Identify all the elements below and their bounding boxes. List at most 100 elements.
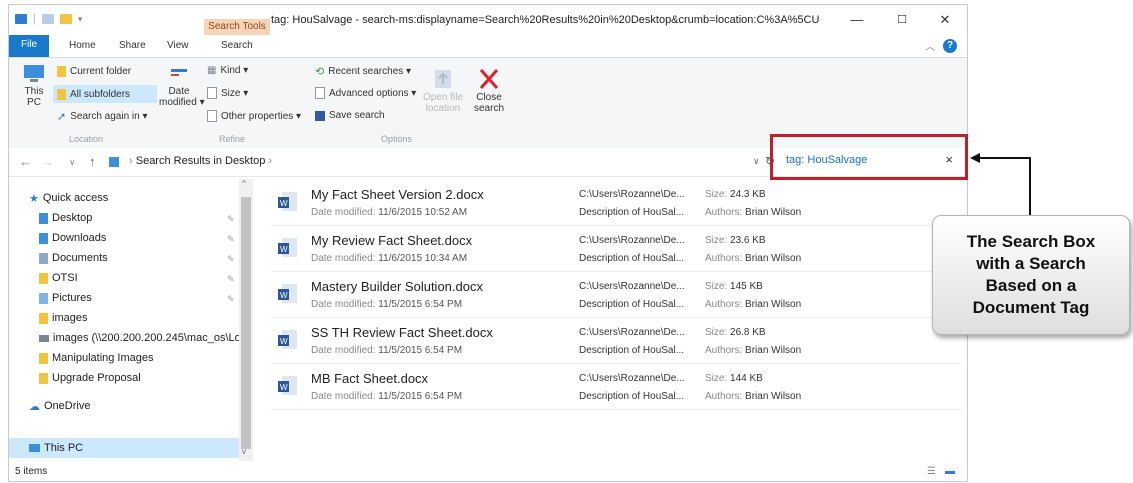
nav-item-network-images[interactable]: images (\\200.200.200.245\mac_os\Log <box>39 329 245 347</box>
other-properties-button[interactable]: Other properties ▾ <box>207 110 301 122</box>
nav-item-downloads[interactable]: Downloads <box>39 229 106 247</box>
result-row[interactable]: W MB Fact Sheet.docx Date modified: 11/5… <box>271 367 961 410</box>
collapse-ribbon-icon[interactable]: ︿ <box>925 38 935 53</box>
kind-button[interactable]: ▦ Kind ▾ <box>207 65 248 76</box>
recent-locations-chevron-icon[interactable]: ∨ <box>69 157 76 168</box>
scroll-up-icon[interactable]: ^ <box>242 179 246 188</box>
tab-home[interactable]: Home <box>69 40 96 51</box>
tab-search[interactable]: Search <box>221 40 253 51</box>
help-icon[interactable]: ? <box>943 38 957 53</box>
date-label: Date modified: <box>311 253 376 264</box>
search-again-in-label: Search again in ▾ <box>70 111 148 122</box>
nav-quick-access[interactable]: ★ Quick access <box>29 189 108 207</box>
result-name[interactable]: Mastery Builder Solution.docx <box>311 279 483 294</box>
up-arrow-icon[interactable]: ↑ <box>89 154 96 169</box>
result-row[interactable]: W My Review Fact Sheet.docx Date modifie… <box>271 229 961 272</box>
current-folder-button[interactable]: Current folder <box>57 66 131 77</box>
properties-icon[interactable] <box>41 14 54 24</box>
result-path: C:\Users\Rozanne\De... <box>579 327 685 338</box>
size-button[interactable]: Size ▾ <box>207 87 248 99</box>
pin-icon[interactable]: ✎ <box>227 234 235 245</box>
nav-onedrive[interactable]: ☁ OneDrive <box>29 397 90 415</box>
pin-icon[interactable]: ✎ <box>227 294 235 305</box>
network-drive-icon <box>39 334 49 342</box>
authors-label: Authors: <box>705 391 743 402</box>
open-file-location-button[interactable]: Open file location <box>421 66 465 114</box>
size-value: 144 KB <box>730 373 763 384</box>
date-modified-button[interactable]: Date modified ▾ <box>159 64 205 108</box>
svg-text:W: W <box>280 383 288 392</box>
pin-icon[interactable]: ✎ <box>227 214 235 225</box>
all-subfolders-button[interactable]: All subfolders <box>53 85 157 103</box>
nav-item-images[interactable]: images <box>39 309 87 327</box>
tab-file[interactable]: File <box>9 35 49 57</box>
nav-scrollbar-thumb[interactable] <box>241 197 251 449</box>
scroll-down-icon[interactable]: v <box>242 447 246 456</box>
this-pc-button[interactable]: This PC <box>19 62 49 108</box>
svg-text:W: W <box>280 245 288 254</box>
authors-value: Brian Wilson <box>745 345 802 356</box>
nav-item-documents[interactable]: Documents <box>39 249 108 267</box>
result-path: C:\Users\Rozanne\De... <box>579 373 685 384</box>
result-size: Size: 24.3 KB <box>705 189 766 200</box>
result-description: Description of HouSal... <box>579 391 685 402</box>
result-row[interactable]: W My Fact Sheet Version 2.docx Date modi… <box>271 183 961 226</box>
breadcrumb[interactable]: › Search Results in Desktop › <box>129 155 272 167</box>
result-name[interactable]: SS TH Review Fact Sheet.docx <box>311 325 493 340</box>
computer-icon <box>24 65 44 82</box>
result-name[interactable]: MB Fact Sheet.docx <box>311 371 428 386</box>
callout-line: The Search Box <box>966 232 1096 251</box>
result-row[interactable]: W SS TH Review Fact Sheet.docx Date modi… <box>271 321 961 364</box>
date-value: 11/6/2015 10:34 AM <box>378 253 468 264</box>
result-description: Description of HouSal... <box>579 253 685 264</box>
nav-item-desktop[interactable]: Desktop <box>39 209 92 227</box>
maximize-button[interactable]: ☐ <box>884 9 920 31</box>
details-view-icon[interactable]: ☰ <box>927 466 936 477</box>
downloads-icon <box>39 232 48 244</box>
address-dropdown-icon[interactable]: ∨ <box>753 156 760 167</box>
tab-view[interactable]: View <box>167 40 189 51</box>
nav-item-label: Documents <box>52 252 108 264</box>
recent-searches-button[interactable]: ⟲ Recent searches ▾ <box>315 65 411 78</box>
tab-share[interactable]: Share <box>119 40 146 51</box>
back-arrow-icon[interactable]: ← <box>19 154 32 169</box>
forward-arrow-icon[interactable]: → <box>41 154 54 169</box>
nav-scrollbar[interactable]: ^ v <box>239 179 253 461</box>
pin-icon[interactable]: ✎ <box>227 274 235 285</box>
nav-item-label: Upgrade Proposal <box>52 372 141 384</box>
date-label: Date modified: <box>311 299 376 310</box>
refine-group-label: Refine <box>219 134 246 144</box>
result-name[interactable]: My Fact Sheet Version 2.docx <box>311 187 484 202</box>
new-folder-icon[interactable] <box>59 14 72 24</box>
search-again-in-button[interactable]: ➚ Search again in ▾ <box>57 110 148 123</box>
nav-item-upgrade-proposal[interactable]: Upgrade Proposal <box>39 369 141 387</box>
close-button[interactable]: ✕ <box>927 9 963 31</box>
nav-this-pc-row[interactable]: This PC <box>9 438 239 458</box>
callout-text: The Search Box with a Search Based on a … <box>967 231 1096 319</box>
nav-item-label: Desktop <box>52 212 93 224</box>
qat-dropdown-icon[interactable]: ▾ <box>78 14 83 25</box>
authors-value: Brian Wilson <box>745 391 802 402</box>
result-authors: Authors: Brian Wilson <box>705 299 801 310</box>
advanced-options-button[interactable]: Advanced options ▾ <box>315 87 416 99</box>
result-name[interactable]: My Review Fact Sheet.docx <box>311 233 472 248</box>
size-value: 26.8 KB <box>730 327 766 338</box>
nav-this-pc[interactable]: This PC <box>29 439 83 457</box>
date-value: 11/6/2015 10:52 AM <box>378 207 468 218</box>
save-search-button[interactable]: Save search <box>315 110 385 121</box>
nav-item-manipulating-images[interactable]: Manipulating Images <box>39 349 154 367</box>
close-search-button[interactable]: Close search <box>469 66 509 114</box>
nav-item-otsi[interactable]: OTSI <box>39 269 78 287</box>
nav-item-pictures[interactable]: Pictures <box>39 289 92 307</box>
properties-doc-icon <box>207 110 217 122</box>
result-row[interactable]: W Mastery Builder Solution.docx Date mod… <box>271 275 961 318</box>
pin-icon[interactable]: ✎ <box>227 254 235 265</box>
size-label: Size: <box>705 373 728 384</box>
desktop-icon <box>39 212 48 224</box>
tiles-view-icon[interactable]: ▬ <box>945 466 955 477</box>
nav-item-label: images (\\200.200.200.245\mac_os\Log <box>53 332 245 344</box>
minimize-button[interactable]: — <box>839 9 875 31</box>
open-location-icon <box>435 70 451 88</box>
authors-value: Brian Wilson <box>745 253 802 264</box>
folder-icon <box>39 352 48 364</box>
